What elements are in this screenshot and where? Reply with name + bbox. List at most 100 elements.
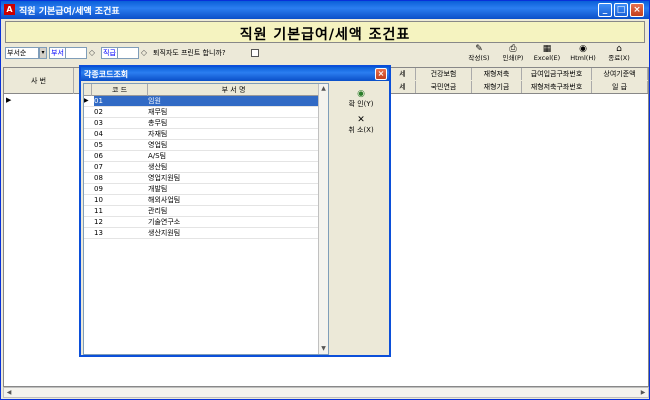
- dept-name-cell: 관리팀: [148, 207, 168, 215]
- list-item[interactable]: 04 자재팀: [84, 129, 320, 140]
- grid-col-header: 국민연금: [416, 81, 472, 93]
- sort-combo-dropdown-icon[interactable]: ▾: [39, 47, 47, 59]
- exit-button[interactable]: ⌂ 종료(X): [603, 43, 635, 67]
- close-button[interactable]: ×: [630, 3, 644, 17]
- excel-button[interactable]: ▦ Excel(E): [531, 43, 563, 67]
- dialog-button-panel: ◉ 확 인(Y) ✕ 취 소(X): [333, 83, 389, 355]
- code-cell: 03: [94, 119, 103, 127]
- list-item[interactable]: ▶ 01 임원: [84, 96, 320, 107]
- scroll-up-icon[interactable]: ▲: [319, 84, 328, 94]
- code-cell: 09: [94, 185, 103, 193]
- row-indicator-icon: [84, 140, 92, 151]
- dialog-close-icon[interactable]: ×: [375, 68, 387, 80]
- code-cell: 01: [94, 96, 149, 106]
- dept-name-cell: 생산팀: [148, 163, 168, 171]
- code-cell: 08: [94, 174, 103, 182]
- code-cell: 06: [94, 152, 103, 160]
- row-indicator-icon: [84, 118, 92, 129]
- dept-input[interactable]: [65, 47, 87, 59]
- dept-lookup-icon[interactable]: ◇: [88, 47, 96, 59]
- scroll-down-icon[interactable]: ▼: [319, 344, 328, 354]
- main-window: A 직원 기본급여/세액 조건표 _ □ × 직원 기본급여/세액 조건표 부서…: [0, 0, 650, 400]
- row-indicator-icon: [84, 162, 92, 173]
- code-cell: 11: [94, 207, 103, 215]
- row-indicator-icon: [84, 206, 92, 217]
- dept-name-cell: 영업팀: [148, 141, 168, 149]
- grade-label: 직급: [101, 47, 118, 59]
- code-cell: 04: [94, 130, 103, 138]
- cancel-button[interactable]: ✕ 취 소(X): [337, 115, 385, 139]
- scroll-left-icon[interactable]: ◀: [4, 388, 14, 397]
- list-item[interactable]: 07 생산팀: [84, 162, 320, 173]
- row-indicator-icon: [84, 107, 92, 118]
- list-item[interactable]: 08 영업지원팀: [84, 173, 320, 184]
- code-cell: 10: [94, 196, 103, 204]
- list-item[interactable]: 02 재무팀: [84, 107, 320, 118]
- row-indicator-icon: [84, 195, 92, 206]
- grid-col-employee-id: 사 번: [4, 68, 74, 94]
- row-indicator-icon: [84, 173, 92, 184]
- row-indicator-icon: [84, 217, 92, 228]
- html-icon: ◉: [579, 44, 587, 54]
- grade-input[interactable]: [117, 47, 139, 59]
- sort-combo[interactable]: 부서순: [5, 47, 39, 59]
- write-button[interactable]: ✎ 작성(S): [463, 43, 495, 67]
- list-item[interactable]: 09 개발팀: [84, 184, 320, 195]
- col-dept-name: 부 서 명: [148, 84, 320, 96]
- header-banner: 직원 기본급여/세액 조건표: [5, 21, 645, 43]
- write-icon: ✎: [475, 44, 483, 54]
- dept-name-cell: 개발팀: [148, 185, 168, 193]
- grade-lookup-icon[interactable]: ◇: [140, 47, 148, 59]
- dept-name-cell: 기술연구소: [148, 218, 181, 226]
- list-item[interactable]: 13 생산지원팀: [84, 228, 320, 239]
- list-item[interactable]: 10 해외사업팀: [84, 195, 320, 206]
- print-button[interactable]: ⎙ 인쇄(P): [497, 43, 529, 67]
- code-cell: 12: [94, 218, 103, 226]
- ok-button[interactable]: ◉ 확 인(Y): [337, 89, 385, 113]
- ok-icon: ◉: [357, 89, 365, 99]
- exit-icon: ⌂: [616, 44, 622, 54]
- app-icon: A: [4, 4, 15, 15]
- grid-col-header: 재형기금: [472, 81, 522, 93]
- excel-icon: ▦: [542, 44, 552, 54]
- dept-name-cell: 자재팀: [148, 130, 168, 138]
- code-list-header: 코 드 부 서 명: [84, 84, 320, 96]
- list-item[interactable]: 11 관리팀: [84, 206, 320, 217]
- list-item[interactable]: 12 기술연구소: [84, 217, 320, 228]
- dept-name-cell: 해외사업팀: [148, 196, 181, 204]
- filter-bar: 부서순 ▾ 부서 ◇ 직급 ◇ 퇴직자도 프린트 합니까?: [5, 47, 425, 61]
- code-cell: 13: [94, 229, 103, 237]
- scroll-right-icon[interactable]: ▶: [638, 388, 648, 397]
- html-button[interactable]: ◉ Html(H): [567, 43, 599, 67]
- maximize-button[interactable]: □: [614, 3, 628, 17]
- row-indicator-icon: [84, 151, 92, 162]
- row-indicator-icon: [84, 228, 92, 239]
- print-icon: ⎙: [509, 44, 517, 54]
- toolbar: ✎ 작성(S) ⎙ 인쇄(P) ▦ Excel(E) ◉ Html(H) ⌂ 종…: [463, 43, 643, 67]
- title-bar[interactable]: A 직원 기본급여/세액 조건표 _ □ ×: [1, 1, 649, 19]
- dept-name-cell: 생산지원팀: [148, 229, 181, 237]
- cancel-icon: ✕: [357, 115, 365, 125]
- list-item[interactable]: 06 A/S팀: [84, 151, 320, 162]
- grid-col-header: 재형저축구좌번호: [522, 81, 592, 93]
- list-item[interactable]: 05 영업팀: [84, 140, 320, 151]
- code-list[interactable]: 코 드 부 서 명 ▶ 01 임원 02 재무팀 03 총무팀 04 자재팀 05 영업팀 06 A/S…: [83, 83, 329, 355]
- dialog-title-bar[interactable]: 각종코드조회 ×: [81, 67, 389, 81]
- dept-name-cell: 재무팀: [148, 108, 168, 116]
- horizontal-scrollbar[interactable]: ◀ ▶: [3, 387, 649, 398]
- grid-col-header: 급여입금구좌번호: [522, 68, 592, 80]
- grid-col-header: 세: [390, 68, 416, 80]
- code-cell: 07: [94, 163, 103, 171]
- code-lookup-dialog: 각종코드조회 × 코 드 부 서 명 ▶ 01 임원 02 재무팀 03 총무팀 04 자재팀 0…: [79, 65, 391, 357]
- list-indicator-col: [84, 84, 92, 96]
- dept-name-cell: A/S팀: [148, 152, 167, 160]
- retiree-checkbox[interactable]: [251, 49, 259, 57]
- list-item[interactable]: 03 총무팀: [84, 118, 320, 129]
- vertical-scrollbar[interactable]: ▲ ▼: [318, 84, 328, 354]
- minimize-button[interactable]: _: [598, 3, 612, 17]
- page-title: 직원 기본급여/세액 조건표: [239, 27, 411, 43]
- col-code: 코 드: [92, 84, 148, 96]
- code-cell: 02: [94, 108, 103, 116]
- code-list-body: ▶ 01 임원 02 재무팀 03 총무팀 04 자재팀 05 영업팀 06 A/S팀 07 생산팀 08 영업…: [84, 96, 320, 239]
- row-indicator-icon: ▶: [84, 97, 89, 104]
